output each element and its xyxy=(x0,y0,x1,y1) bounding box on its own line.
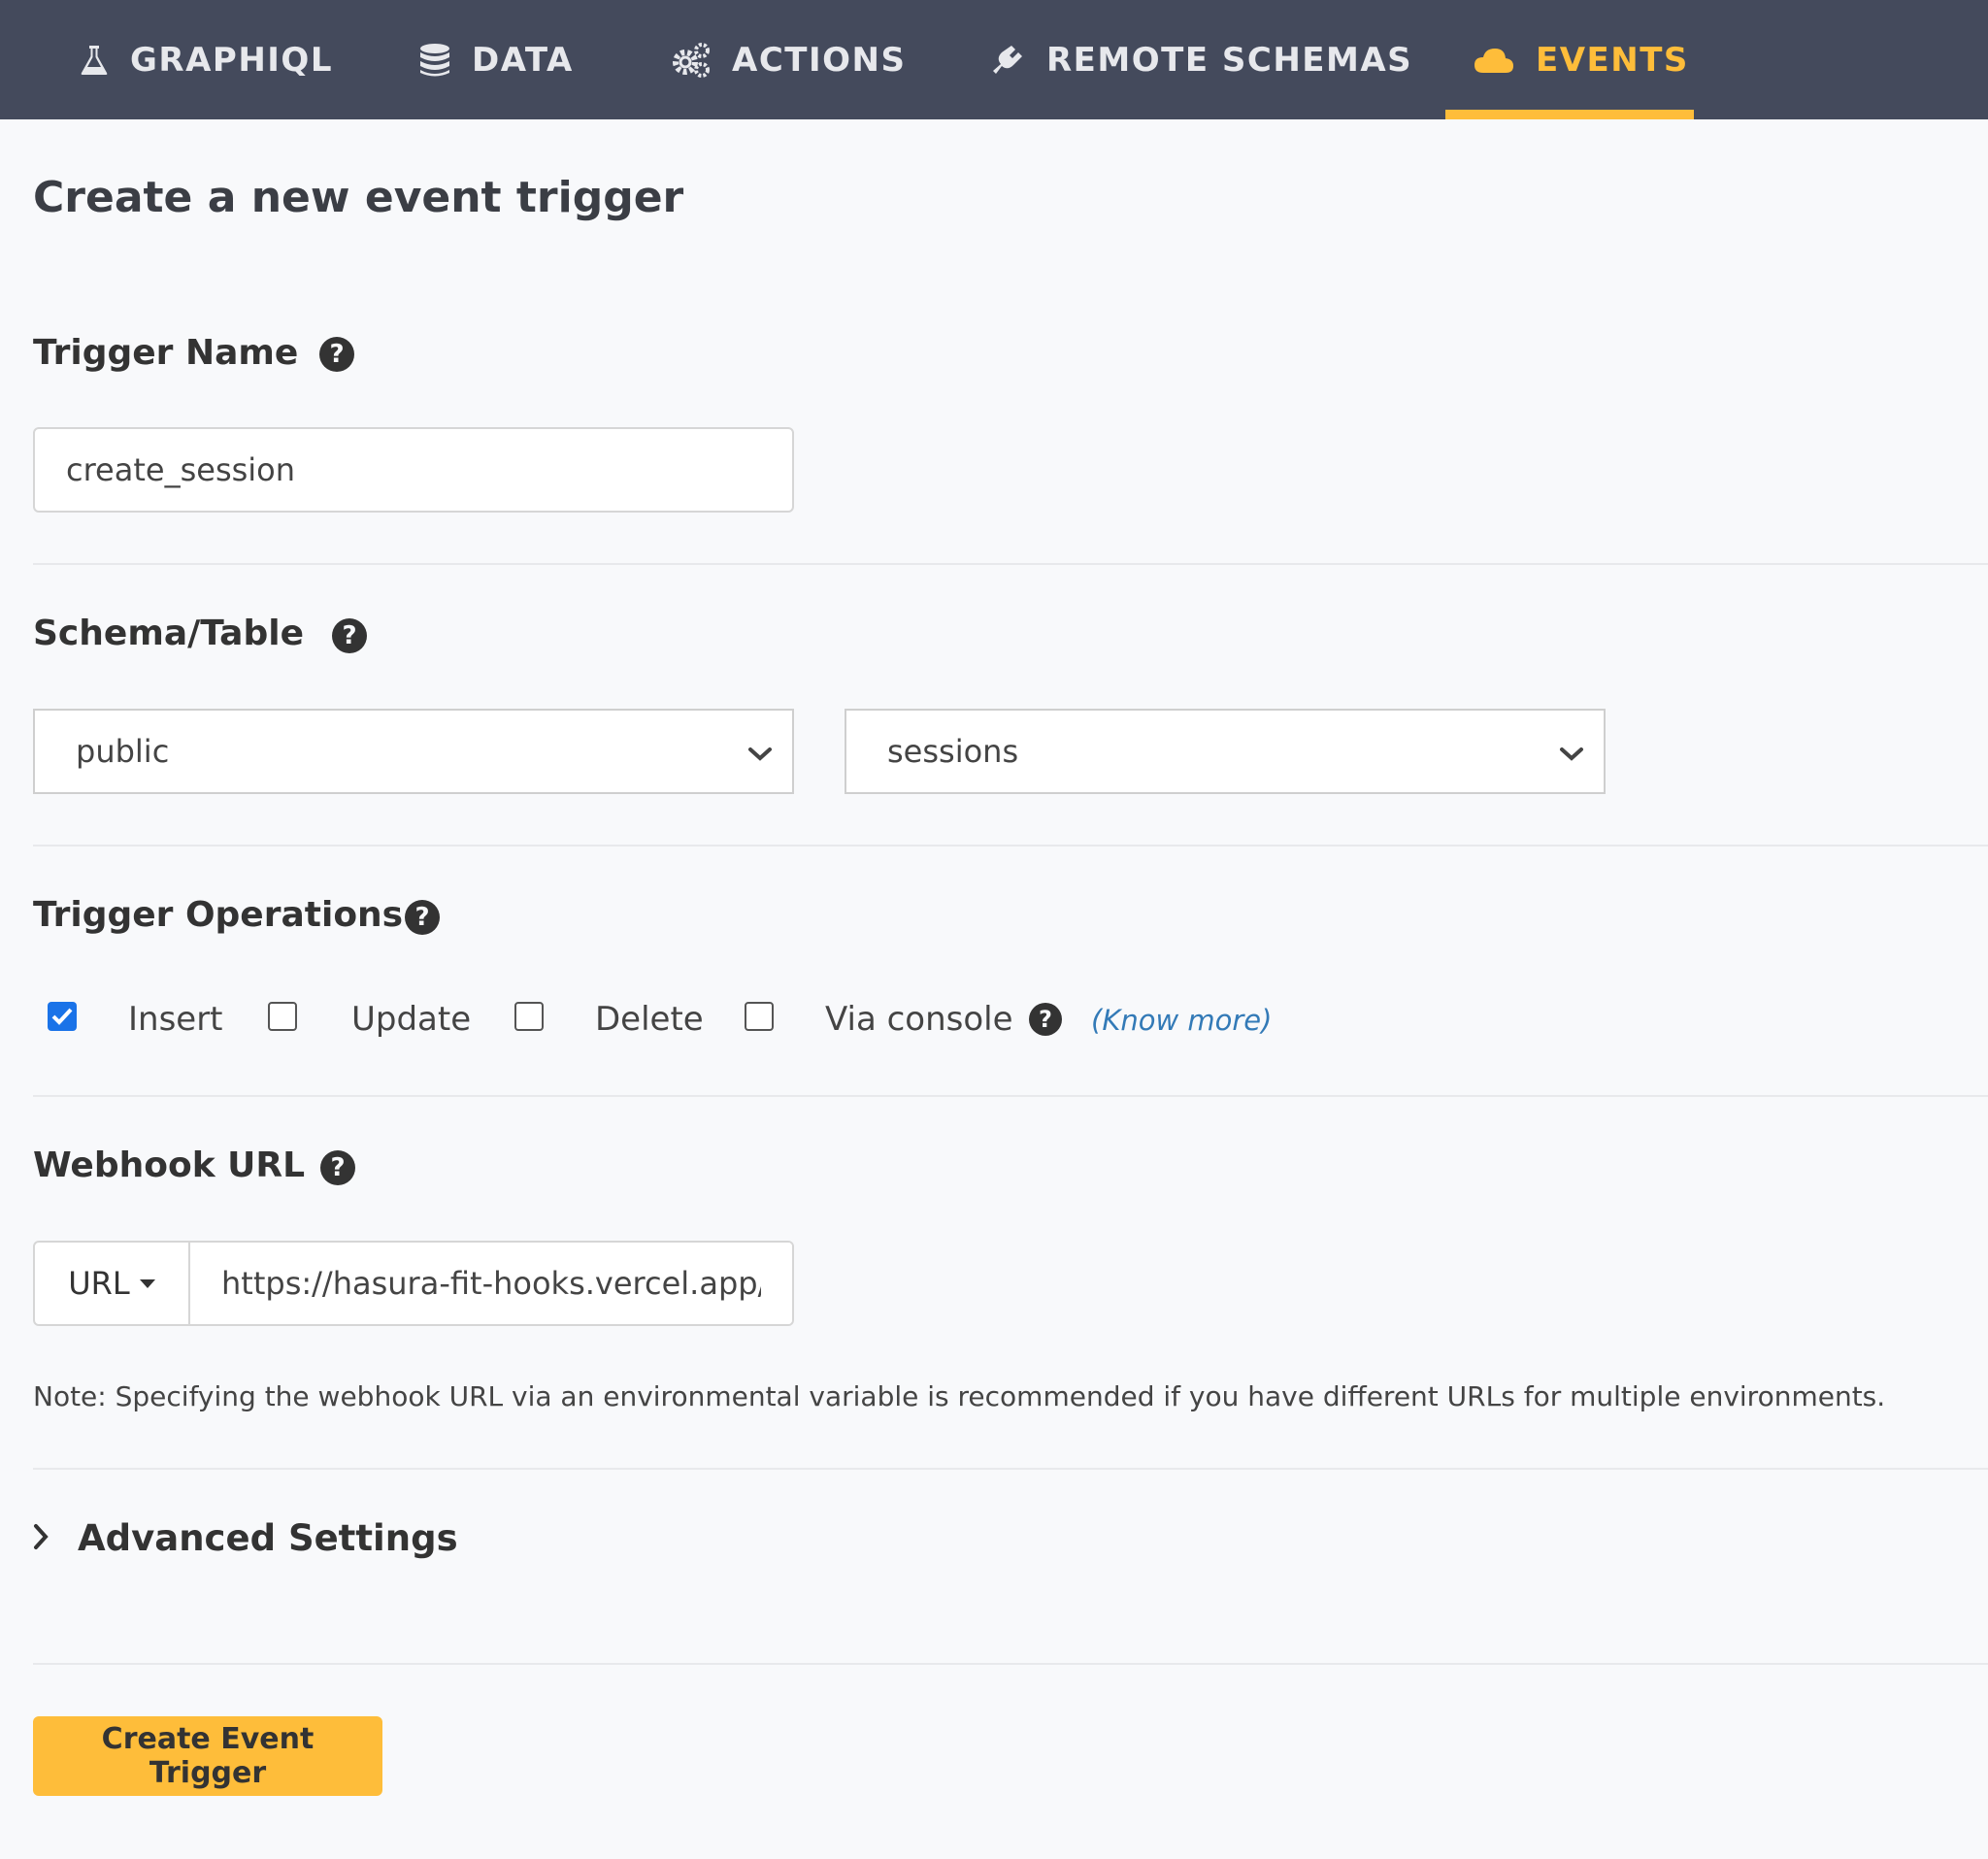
trigger-operations-help-icon[interactable]: ? xyxy=(405,900,440,935)
tab-remote-schemas[interactable]: REMOTE SCHEMAS xyxy=(990,0,1412,119)
tab-remote-schemas-label: REMOTE SCHEMAS xyxy=(1046,40,1413,80)
advanced-settings-toggle[interactable]: Advanced Settings xyxy=(33,1517,458,1559)
know-more-link[interactable]: (Know more) xyxy=(1091,1004,1272,1037)
schema-select[interactable]: public xyxy=(33,709,794,794)
trigger-name-input[interactable] xyxy=(33,427,794,513)
advanced-settings-label: Advanced Settings xyxy=(78,1517,458,1559)
update-checkbox[interactable] xyxy=(268,1002,297,1031)
section-divider xyxy=(33,563,1988,565)
delete-label: Delete xyxy=(595,1000,704,1039)
webhook-url-help-icon[interactable]: ? xyxy=(320,1150,355,1185)
active-tab-indicator xyxy=(1445,110,1694,119)
top-navigation: GRAPHIQL DATA ACTIONS REMOTE SCHEMAS EVE… xyxy=(0,0,1988,119)
section-divider xyxy=(33,1663,1988,1665)
tab-data[interactable]: DATA xyxy=(419,0,574,119)
webhook-url-group: URL xyxy=(33,1241,794,1326)
trigger-name-label: Trigger Name xyxy=(33,333,299,373)
schema-table-help-icon[interactable]: ? xyxy=(332,618,367,653)
flask-icon xyxy=(80,44,109,77)
insert-checkbox[interactable] xyxy=(48,1002,77,1031)
webhook-note: Note: Specifying the webhook URL via an … xyxy=(33,1380,1886,1412)
database-icon xyxy=(419,43,450,78)
tab-data-label: DATA xyxy=(472,40,574,80)
checkmark-icon xyxy=(51,1008,73,1025)
webhook-url-input[interactable] xyxy=(190,1243,792,1324)
section-divider xyxy=(33,845,1988,847)
delete-checkbox[interactable] xyxy=(514,1002,544,1031)
section-divider xyxy=(33,1095,1988,1097)
url-type-dropdown[interactable]: URL xyxy=(35,1243,190,1324)
insert-label: Insert xyxy=(128,1000,223,1039)
section-divider xyxy=(33,1468,1988,1470)
schema-table-label: Schema/Table xyxy=(33,614,304,653)
via-console-label: Via console xyxy=(825,1000,1013,1039)
tab-actions[interactable]: ACTIONS xyxy=(672,0,906,119)
cloud-icon xyxy=(1474,46,1514,75)
page-title: Create a new event trigger xyxy=(33,173,684,222)
trigger-name-help-icon[interactable]: ? xyxy=(319,337,354,372)
tab-actions-label: ACTIONS xyxy=(732,40,907,80)
tab-events[interactable]: EVENTS xyxy=(1474,0,1689,119)
tab-graphiql[interactable]: GRAPHIQL xyxy=(80,0,333,119)
table-select[interactable]: sessions xyxy=(845,709,1606,794)
update-label: Update xyxy=(351,1000,472,1039)
url-type-label: URL xyxy=(68,1265,130,1302)
chevron-right-icon xyxy=(33,1517,49,1559)
table-select-value: sessions xyxy=(887,733,1019,770)
chevron-down-icon xyxy=(747,733,773,770)
chevron-down-icon xyxy=(1559,733,1584,770)
via-console-checkbox[interactable] xyxy=(745,1002,774,1031)
tab-graphiql-label: GRAPHIQL xyxy=(130,40,333,80)
schema-select-value: public xyxy=(76,733,170,770)
plug-icon xyxy=(990,43,1025,78)
trigger-operations-label: Trigger Operations xyxy=(33,895,404,935)
via-console-help-icon[interactable]: ? xyxy=(1029,1003,1062,1036)
caret-down-icon xyxy=(139,1278,155,1288)
create-event-trigger-button[interactable]: Create Event Trigger xyxy=(33,1716,382,1796)
tab-events-label: EVENTS xyxy=(1536,40,1689,80)
webhook-url-label: Webhook URL xyxy=(33,1145,306,1185)
cogs-icon xyxy=(672,42,711,78)
